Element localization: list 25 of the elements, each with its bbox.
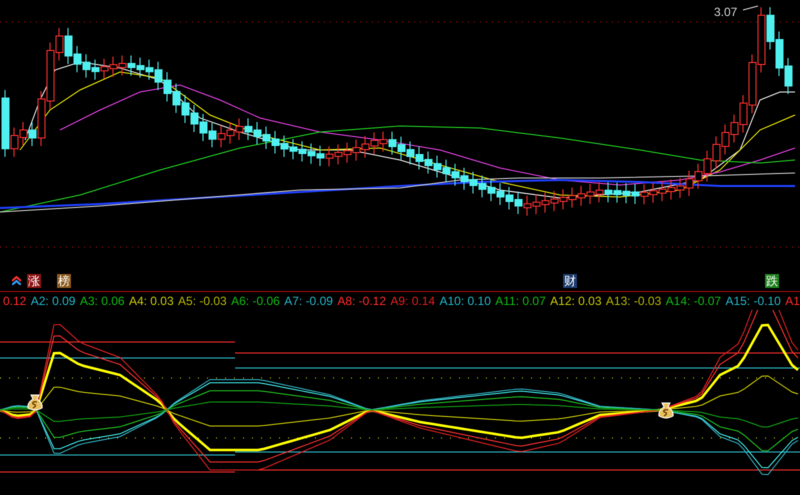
indicator-value: 0.12 — [3, 294, 26, 308]
indicator-value: A5: -0.03 — [178, 294, 227, 308]
indicator-value: A10: 0.10 — [440, 294, 491, 308]
money-bag-icon — [658, 402, 674, 418]
indicator-value: A1 — [785, 294, 800, 308]
up-arrow-icon — [12, 276, 21, 285]
indicator-value: A15: -0.10 — [725, 294, 781, 308]
signal-tag: 榜 — [57, 274, 71, 288]
indicator-value: A2: 0.09 — [30, 294, 76, 308]
signal-tag: 跌 — [765, 274, 779, 288]
money-bag-icon — [27, 394, 43, 410]
indicator-value: A9: 0.14 — [390, 294, 436, 308]
indicator-value: A14: -0.07 — [666, 294, 722, 308]
indicator-value: A12: 0.03 — [550, 294, 602, 308]
leader-line — [742, 6, 758, 10]
indicator-value: A11: 0.07 — [495, 294, 546, 308]
indicator-value: A6: -0.06 — [231, 294, 280, 308]
indicator-value: A4: 0.03 — [128, 294, 174, 308]
indicator-value: A8: -0.12 — [337, 294, 386, 308]
signal-tag: 财 — [563, 274, 577, 288]
signal-tag: 涨 — [27, 274, 41, 288]
indicator-value: A7: -0.09 — [284, 294, 333, 308]
indicator-value: A3: 0.06 — [80, 294, 125, 308]
price-label: 3.07 — [714, 5, 738, 19]
indicator-value: A13: -0.03 — [606, 294, 662, 308]
